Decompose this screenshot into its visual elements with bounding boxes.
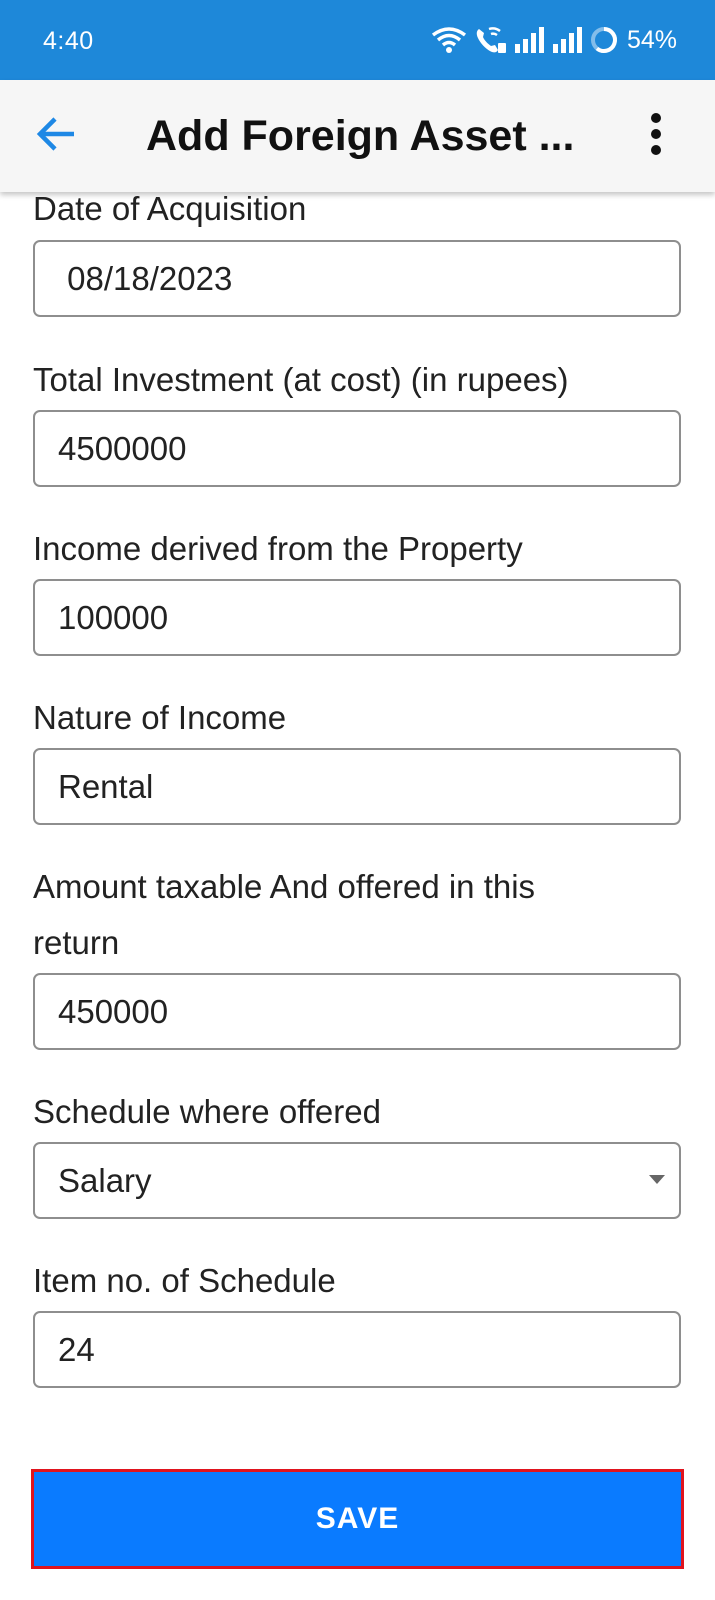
amount-taxable-field[interactable]: 450000: [33, 973, 681, 1050]
page-title: Add Foreign Asset ...: [146, 112, 575, 160]
income-derived-field[interactable]: 100000: [33, 579, 681, 656]
more-options-button[interactable]: [630, 110, 682, 162]
amount-taxable-label-line1: Amount taxable And offered in this: [33, 868, 536, 905]
nature-of-income-label: Nature of Income: [33, 699, 287, 736]
item-no-of-schedule-label: Item no. of Schedule: [33, 1262, 336, 1299]
nature-of-income-field[interactable]: Rental: [33, 748, 681, 825]
status-time: 4:40: [43, 27, 94, 55]
income-derived-label: Income derived from the Property: [33, 530, 523, 567]
total-investment-field[interactable]: 4500000: [33, 410, 681, 487]
form-content: Date of Acquisition 08/18/2023 Total Inv…: [0, 192, 715, 1600]
schedule-where-offered-select[interactable]: Salary: [33, 1142, 681, 1219]
back-button[interactable]: [30, 110, 82, 162]
amount-taxable-label-line2: return: [33, 924, 120, 961]
signal-icon: [551, 26, 583, 54]
arrow-left-icon: [36, 116, 76, 157]
wifi-call-icon: [473, 25, 507, 55]
app-bar: Add Foreign Asset ...: [0, 80, 715, 192]
amount-taxable-value: 450000: [58, 993, 169, 1030]
date-of-acquisition-field[interactable]: 08/18/2023: [33, 240, 681, 317]
battery-icon: [589, 25, 619, 55]
nature-of-income-value: Rental: [58, 768, 154, 805]
status-icons: 54%: [431, 24, 677, 56]
date-of-acquisition-value: 08/18/2023: [58, 260, 233, 297]
status-bar: 4:40 54%: [0, 0, 715, 80]
income-derived-value: 100000: [58, 599, 169, 636]
more-vertical-icon: [650, 112, 662, 161]
save-button[interactable]: SAVE: [31, 1469, 684, 1569]
total-investment-label: Total Investment (at cost) (in rupees): [33, 361, 569, 398]
total-investment-value: 4500000: [58, 430, 187, 467]
item-no-of-schedule-value: 24: [58, 1331, 95, 1368]
schedule-where-offered-value: Salary: [58, 1162, 152, 1199]
date-of-acquisition-label: Date of Acquisition: [33, 192, 307, 227]
signal-icon: [513, 26, 545, 54]
dropdown-arrow-icon: [649, 1175, 665, 1184]
item-no-of-schedule-field[interactable]: 24: [33, 1311, 681, 1388]
wifi-icon: [431, 26, 467, 54]
schedule-where-offered-label: Schedule where offered: [33, 1093, 381, 1130]
battery-percentage: 54%: [626, 25, 677, 54]
